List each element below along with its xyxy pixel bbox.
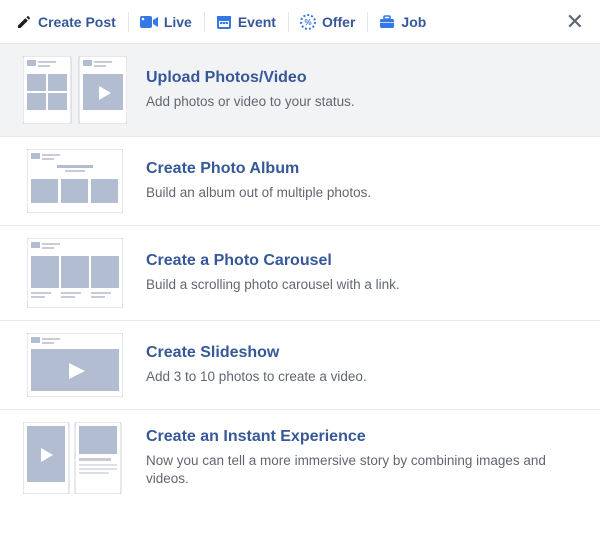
option-thumb-instant [20, 422, 130, 494]
briefcase-icon [379, 15, 395, 29]
options-list: Upload Photos/Video Add photos or video … [0, 44, 600, 506]
option-thumb-slideshow [20, 333, 130, 397]
pencil-icon [16, 14, 32, 30]
option-title: Create Slideshow [146, 344, 586, 362]
svg-text:%: % [304, 18, 311, 27]
composer-tabs: Create Post Live Event % Offer Job ✕ [0, 0, 600, 44]
tab-offer[interactable]: % Offer [288, 0, 367, 44]
option-desc: Add photos or video to your status. [146, 93, 586, 111]
tab-job[interactable]: Job [367, 0, 438, 44]
calendar-icon [216, 14, 232, 30]
tab-create-post[interactable]: Create Post [4, 0, 128, 44]
tab-label: Event [238, 14, 276, 30]
tab-label: Offer [322, 14, 355, 30]
camera-icon [140, 15, 158, 29]
option-create-instant-experience[interactable]: Create an Instant Experience Now you can… [0, 409, 600, 506]
option-title: Create Photo Album [146, 160, 586, 178]
option-create-slideshow[interactable]: Create Slideshow Add 3 to 10 photos to c… [0, 320, 600, 409]
option-desc: Add 3 to 10 photos to create a video. [146, 368, 586, 386]
tab-live[interactable]: Live [128, 0, 204, 44]
option-create-photo-carousel[interactable]: Create a Photo Carousel Build a scrollin… [0, 225, 600, 320]
offer-icon: % [300, 14, 316, 30]
post-composer: Create Post Live Event % Offer Job ✕ [0, 0, 600, 506]
tab-label: Job [401, 14, 426, 30]
option-thumb-album [20, 149, 130, 213]
tab-event[interactable]: Event [204, 0, 288, 44]
option-desc: Now you can tell a more immersive story … [146, 452, 586, 488]
option-title: Upload Photos/Video [146, 69, 586, 87]
tab-label: Create Post [38, 14, 116, 30]
close-button[interactable]: ✕ [558, 9, 592, 35]
option-create-photo-album[interactable]: Create Photo Album Build an album out of… [0, 136, 600, 225]
option-desc: Build an album out of multiple photos. [146, 184, 586, 202]
option-upload-photos-video[interactable]: Upload Photos/Video Add photos or video … [0, 44, 600, 136]
option-thumb-carousel [20, 238, 130, 308]
option-desc: Build a scrolling photo carousel with a … [146, 276, 586, 294]
tab-label: Live [164, 14, 192, 30]
option-title: Create an Instant Experience [146, 428, 586, 446]
option-thumb-upload [20, 56, 130, 124]
option-title: Create a Photo Carousel [146, 252, 586, 270]
